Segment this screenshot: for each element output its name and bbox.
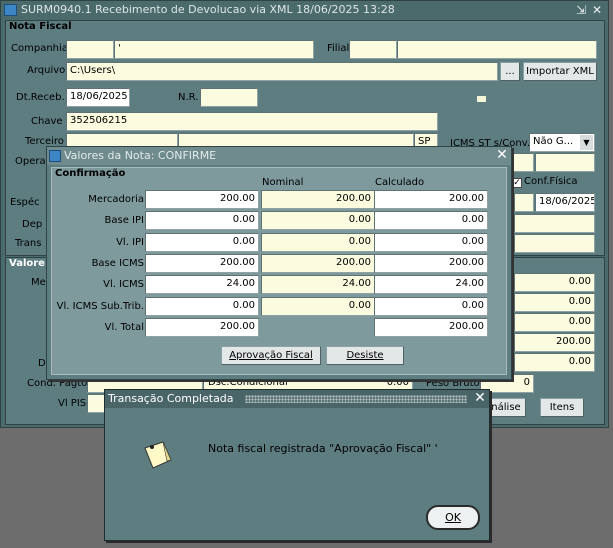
nominal-field[interactable]: 24.00 <box>261 275 375 294</box>
valores-right-3[interactable]: 0.00 <box>514 313 595 332</box>
nominal-field[interactable]: 0.00 <box>261 233 375 252</box>
filial-desc-field[interactable] <box>397 40 597 59</box>
confirm-row-label: Vl. ICMS <box>103 279 144 290</box>
operacao-label: Opera <box>15 156 46 167</box>
chave-label: Chave <box>31 116 63 127</box>
confirmacao-group-title: Confirmação <box>55 168 126 179</box>
confirm-title: Valores da Nota: CONFIRME <box>64 149 217 162</box>
arquivo-field[interactable]: C:\Users\ <box>66 62 498 81</box>
conf-fisica-checkbox[interactable]: ✓ <box>512 178 522 188</box>
main-title: SURM0940.1 Recebimento de Devolucao via … <box>21 3 395 16</box>
completed-title: Transação Completada <box>108 392 234 405</box>
aprovacao-fiscal-label: Aprovação Fiscal <box>229 350 313 361</box>
col-nominal: Nominal <box>262 177 304 188</box>
nominal-field[interactable]: 200.00 <box>261 190 375 209</box>
nominal-field[interactable]: 0.00 <box>261 297 375 316</box>
completed-dialog: Transação Completada ✕ Nota fiscal regis… <box>104 389 490 541</box>
companhia-label: Companhia <box>11 43 68 54</box>
me-label: Me <box>31 277 46 288</box>
minimize-icon[interactable]: ⇲ <box>576 1 586 19</box>
chevron-down-icon[interactable]: ▼ <box>580 135 593 150</box>
informado-field[interactable]: 200.00 <box>145 318 259 337</box>
dep-label: Dep <box>22 219 43 230</box>
browse-button[interactable]: ... <box>500 62 520 81</box>
operacao-field-right2[interactable] <box>535 153 595 172</box>
trans-label: Trans <box>15 238 42 249</box>
dt-receb-label: Dt.Receb. <box>16 92 65 103</box>
icms-st-value: Não G... <box>533 136 574 147</box>
calculado-field[interactable]: 0.00 <box>374 211 488 230</box>
calculado-field[interactable]: 0.00 <box>374 297 488 316</box>
col-calculado: Calculado <box>375 177 425 188</box>
dt-receb-field[interactable]: 18/06/2025 <box>66 88 130 107</box>
calculado-field[interactable]: 200.00 <box>374 254 488 273</box>
valores-right-4[interactable]: 200.00 <box>514 333 595 352</box>
confirm-row-label: Vl. IPI <box>116 237 144 248</box>
confirm-row-label: Base IPI <box>104 215 144 226</box>
conf-fisica-label: ✓ Conf.Física <box>512 176 578 188</box>
analise-button[interactable]: nálise <box>486 398 526 417</box>
valores-right-5[interactable]: 0.00 <box>514 353 595 372</box>
completed-title-bar: Transação Completada ✕ <box>105 390 489 408</box>
nr-field[interactable] <box>200 88 258 107</box>
calculado-field[interactable]: 24.00 <box>374 275 488 294</box>
informado-field[interactable]: 0.00 <box>145 211 259 230</box>
informado-field[interactable]: 200.00 <box>145 254 259 273</box>
companhia-field[interactable] <box>66 40 114 59</box>
calculado-field[interactable]: 200.00 <box>374 318 488 337</box>
close-icon[interactable]: ✕ <box>592 1 602 19</box>
d-label: D <box>38 358 46 369</box>
nr-label: N.R. <box>178 92 199 103</box>
close-icon[interactable]: ✕ <box>473 391 487 406</box>
desiste-label: Desiste <box>346 350 384 361</box>
confirm-row-label: Vl. Total <box>104 322 144 333</box>
close-icon[interactable]: ✕ <box>495 148 509 163</box>
filial-label: Filial <box>327 43 350 54</box>
valores-right-1[interactable]: 0.00 <box>514 273 595 292</box>
calculado-field[interactable]: 0.00 <box>374 233 488 252</box>
itens-button[interactable]: Itens <box>540 398 584 417</box>
valores-group-title: Valore <box>9 258 45 269</box>
dep-right-field[interactable] <box>514 214 595 233</box>
date2-field[interactable]: 18/06/2025 <box>535 193 595 212</box>
confirm-row-label: Mercadoria <box>88 194 144 205</box>
chave-field[interactable]: 352506215 <box>66 112 438 131</box>
confirm-title-bar: Valores da Nota: CONFIRME ✕ <box>47 147 511 165</box>
informado-field[interactable]: 0.00 <box>145 233 259 252</box>
icms-st-select[interactable]: Não G... ▼ <box>529 133 595 152</box>
dialog-app-icon <box>49 150 61 162</box>
importar-xml-button[interactable]: Importar XML <box>523 62 597 81</box>
nota-fiscal-group-title: Nota Fiscal <box>9 21 72 32</box>
title-texture <box>245 395 467 403</box>
especie-label: Espéc <box>10 197 40 208</box>
trans-right-field[interactable] <box>514 234 595 253</box>
ok-label: OK <box>445 511 461 524</box>
app-icon <box>4 4 17 16</box>
valores-right-2[interactable]: 0.00 <box>514 293 595 312</box>
companhia-desc-field[interactable]: ' <box>114 40 314 59</box>
confirm-row-label: Vl. ICMS Sub.Trib. <box>56 301 144 312</box>
vl-pis-label: Vl PIS <box>58 398 87 409</box>
main-title-bar: SURM0940.1 Recebimento de Devolucao via … <box>1 1 608 19</box>
filial-field[interactable] <box>349 40 397 59</box>
note-icon <box>144 441 172 469</box>
informado-field[interactable]: 24.00 <box>145 275 259 294</box>
arquivo-label: Arquivo <box>27 65 66 76</box>
small-marker <box>477 96 486 102</box>
confirm-row-label: Base ICMS <box>91 258 144 269</box>
desiste-button[interactable]: Desiste <box>326 346 404 365</box>
informado-field[interactable]: 200.00 <box>145 190 259 209</box>
nominal-field[interactable]: 200.00 <box>261 254 375 273</box>
calculado-field[interactable]: 200.00 <box>374 190 488 209</box>
completed-message: Nota fiscal registrada "Aprovação Fiscal… <box>208 442 438 455</box>
ok-button[interactable]: OK <box>426 505 480 530</box>
informado-field[interactable]: 0.00 <box>145 297 259 316</box>
aprovacao-fiscal-button[interactable]: Aprovação Fiscal <box>221 346 321 365</box>
especie-right-field[interactable] <box>514 193 534 212</box>
nominal-field[interactable]: 0.00 <box>261 211 375 230</box>
